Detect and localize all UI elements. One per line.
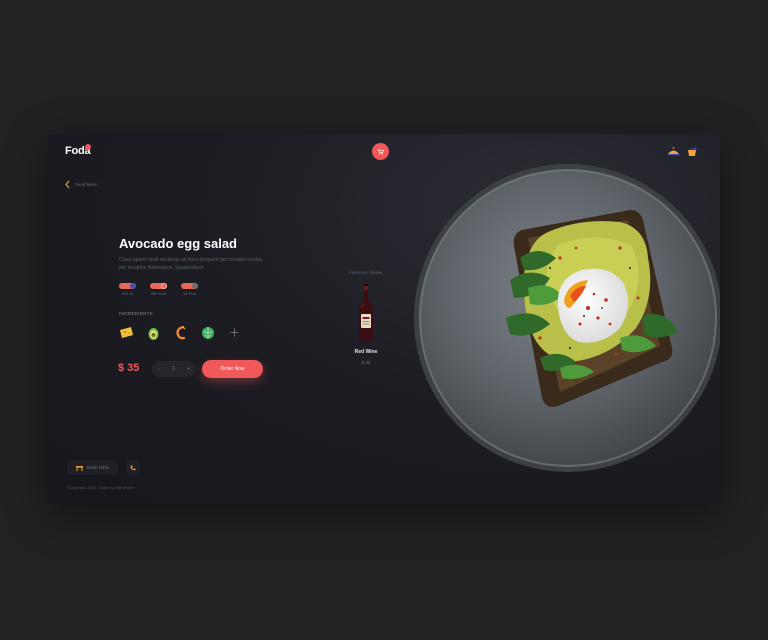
order-now-button[interactable]: Order Now (202, 360, 263, 378)
brand-logo-dot (85, 144, 91, 150)
dish-price: $ 35 (118, 362, 140, 374)
ingredient-cheese[interactable] (119, 325, 134, 340)
nutrition-calories: 350 Kcal (150, 283, 167, 296)
nutrition-weight: 250 Gr (119, 283, 136, 296)
call-button[interactable] (126, 460, 140, 475)
add-ingredient-button[interactable] (227, 325, 242, 340)
cheese-icon (120, 327, 133, 338)
plus-icon (230, 328, 239, 337)
avocado-icon (148, 327, 159, 340)
back-link-label: Food Menu (75, 182, 98, 187)
book-table-label: Book Table (86, 465, 110, 470)
dish-description: Class aptent taciti sociosqu ad litora t… (119, 257, 263, 271)
protein-pill-icon (181, 283, 198, 289)
quantity-stepper: - 1 + (152, 361, 196, 377)
dish-title: Avocado egg salad (119, 236, 237, 251)
quantity-value: 1 (171, 366, 175, 372)
back-to-menu-link[interactable]: Food Menu (65, 180, 98, 189)
wine-bottle-icon (359, 284, 373, 342)
ingredient-avocado[interactable] (146, 325, 161, 340)
phone-icon (130, 465, 136, 470)
drink-price: $ 35 (361, 360, 371, 365)
nutrition-list: 250 Gr 350 Kcal 34 Prot (119, 283, 198, 296)
wine-bottle-image[interactable] (358, 284, 374, 347)
quantity-decrease-button[interactable]: - (158, 366, 160, 372)
quantity-increase-button[interactable]: + (187, 366, 190, 372)
drink-heading: PROPER DRINK (349, 270, 384, 275)
nutrition-label: 34 Prot (183, 291, 196, 296)
dish-photo (414, 164, 720, 472)
ingredients-heading: INGREDIENTS (119, 311, 154, 316)
nutrition-protein: 34 Prot (181, 283, 198, 296)
ingredient-shrimp[interactable] (173, 325, 188, 340)
chevron-left-icon (65, 180, 70, 189)
ingredients-list (119, 325, 242, 340)
drink-name: Red Wine (354, 349, 378, 355)
calories-pill-icon (150, 283, 167, 289)
ingredient-cabbage[interactable] (200, 325, 215, 340)
book-table-button[interactable]: Book Table (67, 460, 118, 475)
dining-table-icon (75, 465, 83, 471)
nutrition-label: 250 Gr (121, 291, 134, 296)
cart-button[interactable] (372, 143, 389, 160)
main-card: Foda Food Menu Avocado egg salad Class a… (48, 134, 720, 504)
cart-icon (377, 149, 384, 155)
weight-pill-icon (119, 283, 136, 289)
copyright-text: ©Copyright 2020, Made by ineecframe (66, 485, 135, 490)
shrimp-icon (175, 325, 185, 339)
nutrition-label: 350 Kcal (150, 291, 167, 296)
cabbage-icon (201, 326, 214, 339)
